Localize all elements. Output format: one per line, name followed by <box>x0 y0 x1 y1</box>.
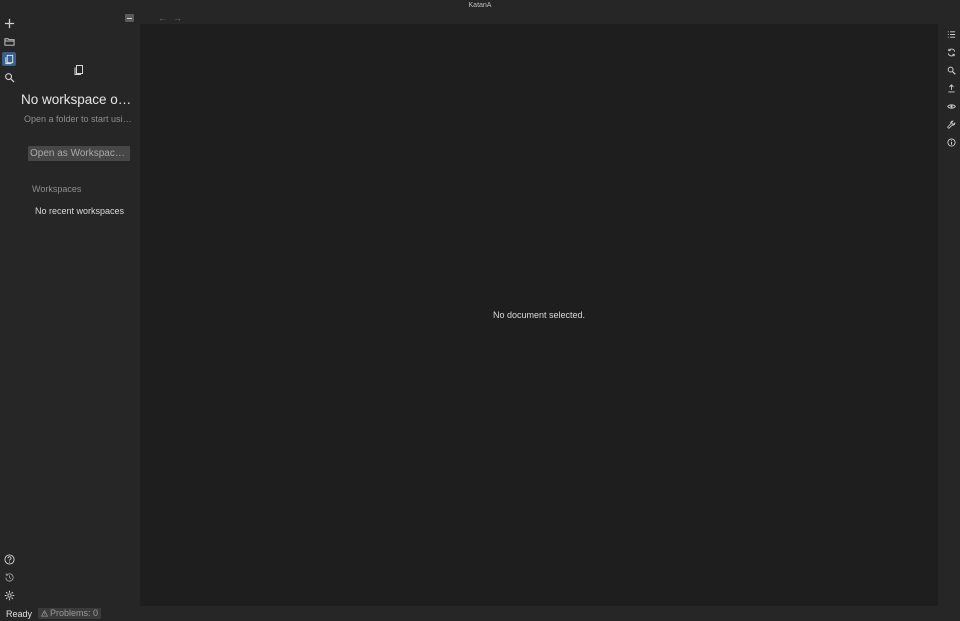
explorer-icon <box>4 54 13 64</box>
open-as-workspace-button[interactable]: Open as Workspace… <box>28 146 130 161</box>
collapse-sidebar-button[interactable] <box>125 14 134 22</box>
right-toolbar <box>942 24 960 606</box>
preview-button[interactable] <box>945 100 957 112</box>
refresh-button[interactable] <box>945 46 957 58</box>
history-button[interactable] <box>2 570 16 584</box>
editor-navigation: ← → <box>158 13 182 23</box>
open-folder-button[interactable] <box>2 34 16 48</box>
no-recent-workspaces-text: No recent workspaces <box>35 206 125 216</box>
info-button[interactable] <box>945 136 957 148</box>
settings-icon <box>4 590 14 600</box>
help-button[interactable] <box>2 552 16 566</box>
no-workspace-title: No workspace op… <box>21 92 137 107</box>
search-icon <box>4 72 15 83</box>
editor-area: No document selected. <box>140 24 938 606</box>
info-icon <box>946 137 956 147</box>
outline-icon <box>947 30 955 38</box>
outline-button[interactable] <box>945 28 957 40</box>
window-title: KatanA <box>468 2 492 9</box>
explorer-button[interactable] <box>2 52 16 66</box>
tools-button[interactable] <box>945 118 957 130</box>
wrench-icon <box>946 120 955 129</box>
settings-button[interactable] <box>2 588 16 602</box>
eye-icon <box>946 103 956 109</box>
workspaces-section-title: Workspaces <box>32 184 82 194</box>
activity-bar <box>0 12 18 607</box>
search-button[interactable] <box>2 70 16 84</box>
problems-indicator[interactable]: Problems: 0 <box>38 608 102 619</box>
problems-count: Problems: 0 <box>50 608 99 618</box>
plus-icon <box>4 18 14 28</box>
new-file-button[interactable] <box>2 16 16 30</box>
refresh-icon <box>947 48 955 56</box>
forward-arrow-icon[interactable]: → <box>173 13 182 23</box>
document-search-button[interactable] <box>945 64 957 76</box>
no-workspace-hint: Open a folder to start usin… <box>24 114 134 124</box>
export-button[interactable] <box>945 82 957 94</box>
folder-open-icon <box>3 37 15 46</box>
no-document-message: No document selected. <box>492 310 586 320</box>
search-icon <box>947 66 956 75</box>
workspace-icon <box>74 65 83 75</box>
sidebar-explorer: No workspace op… Open a folder to start … <box>18 12 138 607</box>
export-icon <box>947 83 955 92</box>
help-icon <box>3 553 15 565</box>
back-arrow-icon[interactable]: ← <box>158 13 167 23</box>
warning-icon <box>41 610 49 617</box>
status-ready-text: Ready <box>6 608 33 619</box>
status-bar: Ready Problems: 0 <box>0 606 960 621</box>
history-icon <box>4 572 14 582</box>
